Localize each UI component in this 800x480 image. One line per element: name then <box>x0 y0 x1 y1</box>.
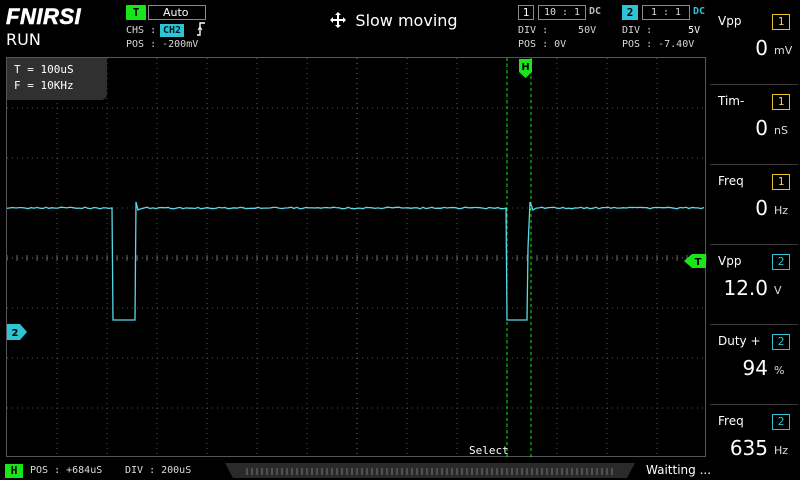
trigger-pos-label: POS : <box>126 39 162 50</box>
select-label[interactable]: Select <box>469 444 509 457</box>
measurement-unit: Hz <box>774 204 788 217</box>
measurement-channel: 2 <box>772 254 790 270</box>
measurement-unit: % <box>774 364 784 377</box>
brand-text: FNIRSI <box>6 4 82 29</box>
waveform-layer: H T 2 <box>7 58 707 458</box>
measurement-cell[interactable]: Freq 1 0 Hz <box>710 168 798 245</box>
hdiv-value: 200uS <box>161 465 191 476</box>
measurement-name: Freq <box>718 174 744 188</box>
ch1-div-value: 50V <box>548 25 596 36</box>
measurement-value: 0 <box>710 196 768 220</box>
measurement-name: Freq <box>718 414 744 428</box>
run-status[interactable]: RUN <box>6 30 41 49</box>
horizontal-position[interactable]: POS : +684uS <box>30 465 102 476</box>
mode-text: Slow moving <box>355 11 457 30</box>
measurement-cell[interactable]: Vpp 2 12.0 V <box>710 248 798 325</box>
ch1-probe[interactable]: 10 : 1 <box>538 5 586 20</box>
measurement-value: 12.0 <box>710 276 768 300</box>
measurement-panel[interactable]: Vpp 1 0 mV Tim- 1 0 nS Freq 1 0 Hz Vpp 2… <box>710 8 800 480</box>
measurement-value: 0 <box>710 116 768 140</box>
h-marker-label: H <box>521 62 529 73</box>
measurement-channel: 1 <box>772 14 790 30</box>
trigger-pos-value: -200mV <box>162 39 198 50</box>
hpos-label: POS : <box>30 465 66 476</box>
channel-2-settings[interactable]: 2 1 : 1 DC DIV :5V POS : -7.40V <box>622 5 712 55</box>
measurement-name: Duty + <box>718 334 761 348</box>
measurement-channel: 1 <box>772 174 790 190</box>
ch2-pos-label: POS : <box>622 39 658 50</box>
ch2-trace <box>7 202 704 320</box>
horizontal-chip: H <box>5 464 23 478</box>
ch2-offset-marker[interactable]: 2 <box>7 324 27 340</box>
brand-logo: FNIRSI <box>6 2 101 32</box>
hpos-value: +684uS <box>66 465 102 476</box>
timebase[interactable]: DIV : 200uS <box>125 465 191 476</box>
measurement-unit: nS <box>774 124 788 137</box>
rising-edge-icon[interactable] <box>196 22 206 40</box>
ch2-div-value: 5V <box>652 25 700 36</box>
ch2-number[interactable]: 2 <box>622 5 638 20</box>
measurement-channel: 2 <box>772 414 790 430</box>
ch1-coupling[interactable]: DC <box>589 6 601 17</box>
status-bar: H POS : +684uS DIV : 200uS Waitting ... <box>0 461 800 480</box>
ch2-probe[interactable]: 1 : 1 <box>642 5 690 20</box>
ch2-div-label: DIV : <box>622 25 652 36</box>
ch1-div: DIV :50V <box>518 25 596 36</box>
ch1-pos-label: POS : <box>518 39 554 50</box>
t-marker-label: T <box>695 257 702 268</box>
measurement-name: Tim- <box>718 94 744 108</box>
h-position-marker[interactable]: H <box>519 59 532 78</box>
measurement-unit: V <box>774 284 782 297</box>
trigger-mode[interactable]: Auto <box>148 5 206 20</box>
ch1-pos-value: 0V <box>554 39 566 50</box>
measurement-unit: Hz <box>774 444 788 457</box>
ch2-div: DIV :5V <box>622 25 700 36</box>
measurement-channel: 2 <box>772 334 790 350</box>
measurement-cell[interactable]: Vpp 1 0 mV <box>710 8 798 85</box>
measurement-channel: 1 <box>772 94 790 110</box>
ch2-pos-value: -7.40V <box>658 39 694 50</box>
measurement-cell[interactable]: Duty + 2 94 % <box>710 328 798 405</box>
ch1-div-label: DIV : <box>518 25 548 36</box>
measurement-value: 0 <box>710 36 768 60</box>
measurement-name: Vpp <box>718 254 741 268</box>
ch2-pos: POS : -7.40V <box>622 39 694 50</box>
measurement-value: 635 <box>710 436 768 460</box>
ch1-number[interactable]: 1 <box>518 5 534 20</box>
memory-position-bar[interactable] <box>225 463 635 478</box>
period-readout: T = 100uS <box>14 62 100 78</box>
trigger-position: POS : -200mV <box>126 39 198 50</box>
ch1-pos: POS : 0V <box>518 39 566 50</box>
four-arrow-move-icon <box>330 11 351 31</box>
trigger-source-label: CHS : <box>126 25 156 36</box>
acquisition-status: Waitting ... <box>646 463 711 477</box>
measurement-name: Vpp <box>718 14 741 28</box>
ch2-marker-label: 2 <box>12 328 19 339</box>
trigger-level-marker[interactable]: T <box>684 254 706 268</box>
measurement-cell[interactable]: Tim- 1 0 nS <box>710 88 798 165</box>
ch2-coupling[interactable]: DC <box>693 6 705 17</box>
hdiv-label: DIV : <box>125 465 161 476</box>
channel-1-settings[interactable]: 1 10 : 1 DC DIV :50V POS : 0V <box>518 5 608 55</box>
mode-indicator[interactable]: Slow moving <box>330 11 458 31</box>
waveform-screen[interactable]: H T 2 T = 100uS F = 10KHz Select <box>6 57 706 457</box>
trigger-chip: T <box>126 5 146 20</box>
measurement-value: 94 <box>710 356 768 380</box>
frequency-readout: F = 10KHz <box>14 78 100 94</box>
measurement-unit: mV <box>774 44 792 57</box>
trigger-source-value[interactable]: CH2 <box>160 24 184 37</box>
period-frequency-box: T = 100uS F = 10KHz <box>7 58 107 100</box>
